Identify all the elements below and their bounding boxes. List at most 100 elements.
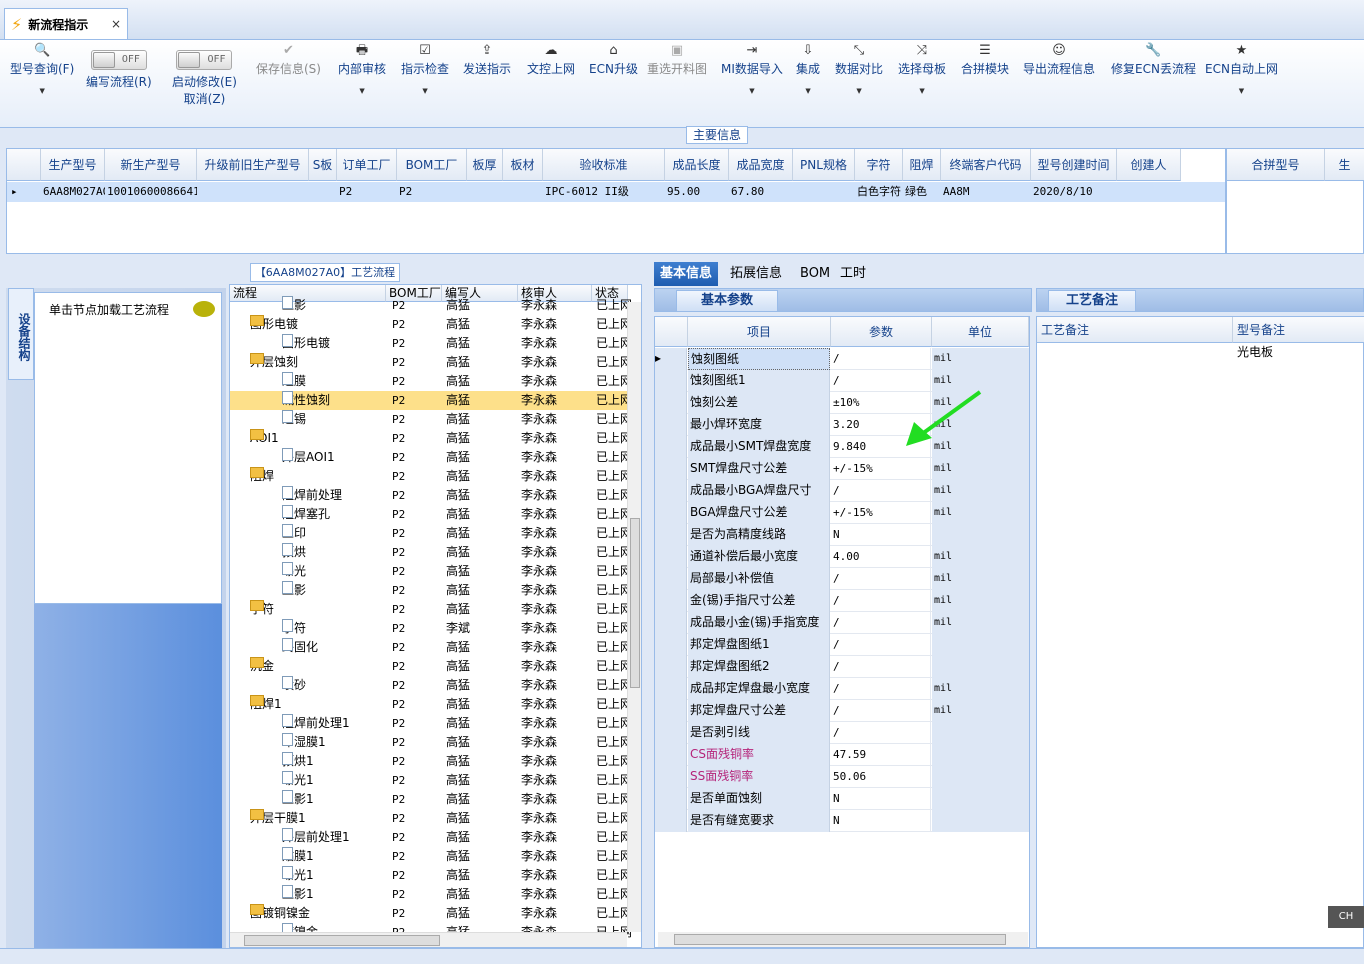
- tree-node-label[interactable]: 外层前处理1: [282, 828, 386, 847]
- param-value[interactable]: /: [831, 634, 931, 656]
- table-cell[interactable]: 95.00: [667, 182, 729, 202]
- data-compare-button[interactable]: ⤡ 数据对比 ▼: [835, 42, 883, 95]
- tree-node-label[interactable]: 贴膜1: [282, 847, 386, 866]
- col-header[interactable]: 成品宽度: [729, 149, 793, 181]
- tree-row[interactable]: 显影 P2 高猛 李永森 已上网: [230, 296, 632, 315]
- ecn-upgrade-button[interactable]: ⌂ ECN升级: [589, 42, 638, 77]
- export-flow-info-button[interactable]: ☺ 导出流程信息: [1023, 42, 1095, 77]
- tree-row[interactable]: 曝光1 P2 高猛 李永森 已上网: [230, 771, 632, 790]
- tree-node-label[interactable]: 丝印: [282, 524, 386, 543]
- col-header[interactable]: 型号创建时间: [1031, 149, 1117, 181]
- table-cell[interactable]: AA8M: [943, 182, 1031, 202]
- param-value[interactable]: 47.59: [831, 744, 931, 766]
- param-row[interactable]: 邦定焊盘图纸2/: [655, 656, 1029, 678]
- tree-node-label[interactable]: −外层干膜1: [250, 809, 386, 828]
- col-header[interactable]: 合拼型号: [1227, 149, 1325, 181]
- tree-node-label[interactable]: 退膜: [282, 372, 386, 391]
- tree-row[interactable]: 字符 P2 李斌 李永森 已上网: [230, 619, 632, 638]
- col-header[interactable]: 生产型号: [41, 149, 105, 181]
- process-note-tab[interactable]: 工艺备注: [1048, 290, 1136, 312]
- param-row[interactable]: ▸ 蚀刻图纸 / mil: [655, 348, 1029, 370]
- table-cell[interactable]: P2: [399, 182, 467, 202]
- tab-0[interactable]: 基本信息: [654, 262, 719, 286]
- tab-1[interactable]: 拓展信息: [724, 262, 788, 286]
- param-row[interactable]: 邦定焊盘尺寸公差 / mil: [655, 700, 1029, 722]
- param-value[interactable]: /: [831, 656, 931, 678]
- tree-node-label[interactable]: 显影: [282, 581, 386, 600]
- param-value[interactable]: 50.06: [831, 766, 931, 788]
- integrate-button[interactable]: ⇩ 集成 ▼: [796, 42, 820, 95]
- doc-control-online-button[interactable]: ☁ 文控上网: [527, 42, 575, 77]
- tree-row[interactable]: −图镀铜镍金P2高猛李永森已上网: [230, 904, 632, 923]
- tree-row[interactable]: 终固化 P2 高猛 李永森 已上网: [230, 638, 632, 657]
- tree-node-label[interactable]: 碱性蚀刻: [282, 391, 386, 410]
- flow-vertical-scrollbar[interactable]: [627, 302, 641, 932]
- tree-node-label[interactable]: 显影: [282, 296, 386, 315]
- col-header[interactable]: 验收标准: [543, 149, 665, 181]
- tree-row[interactable]: −字符P2高猛李永森已上网: [230, 600, 632, 619]
- tree-row[interactable]: 印湿膜1 P2 高猛 李永森 已上网: [230, 733, 632, 752]
- instruction-check-button[interactable]: ☑ 指示检查 ▼: [401, 42, 449, 95]
- param-value[interactable]: N: [831, 788, 931, 810]
- tree-row[interactable]: 预烘1 P2 高猛 李永森 已上网: [230, 752, 632, 771]
- scroll-thumb[interactable]: [244, 935, 440, 946]
- chat-bubble-icon[interactable]: [193, 301, 215, 317]
- col-header[interactable]: 字符: [855, 149, 903, 181]
- table-cell[interactable]: [795, 182, 855, 202]
- col-header[interactable]: 板厚: [467, 149, 503, 181]
- tree-node-label[interactable]: 显影1: [282, 790, 386, 809]
- tree-row[interactable]: 曝光 P2 高猛 李永森 已上网: [230, 562, 632, 581]
- col-header[interactable]: 板材: [503, 149, 543, 181]
- start-edit-toggle[interactable]: OFF 启动修改(E) 取消(Z): [172, 42, 237, 107]
- tree-node-label[interactable]: 喷砂: [282, 676, 386, 695]
- tree-row[interactable]: 阻焊前处理1 P2 高猛 李永森 已上网: [230, 714, 632, 733]
- param-row[interactable]: 成品邦定焊盘最小宽度 / mil: [655, 678, 1029, 700]
- tree-row[interactable]: 曝光1 P2 高猛 李永森 已上网: [230, 866, 632, 885]
- internal-review-button[interactable]: 🖶 内部审核 ▼: [338, 42, 386, 95]
- tree-node-label[interactable]: 阻焊前处理: [282, 486, 386, 505]
- table-cell[interactable]: 6AA8M027A0: [43, 182, 105, 202]
- tree-node-label[interactable]: −沉金: [250, 657, 386, 676]
- tree-node-label[interactable]: 曝光1: [282, 771, 386, 790]
- param-row[interactable]: 成品最小BGA焊盘尺寸 / mil: [655, 480, 1029, 502]
- param-row[interactable]: 是否单面蚀刻 N: [655, 788, 1029, 810]
- tree-row[interactable]: 外层前处理1 P2 高猛 李永森 已上网: [230, 828, 632, 847]
- tree-row[interactable]: 喷砂 P2 高猛 李永森 已上网: [230, 676, 632, 695]
- write-flow-toggle[interactable]: OFF 编写流程(R): [86, 42, 152, 90]
- tree-row[interactable]: −阻焊P2高猛李永森已上网: [230, 467, 632, 486]
- tree-row[interactable]: 预烘 P2 高猛 李永森 已上网: [230, 543, 632, 562]
- col-header[interactable]: 阻焊: [903, 149, 941, 181]
- tree-node-label[interactable]: −字符: [250, 600, 386, 619]
- tree-row[interactable]: −阻焊1P2高猛李永森已上网: [230, 695, 632, 714]
- write-flow-switch[interactable]: OFF: [90, 50, 147, 70]
- param-row[interactable]: SMT焊盘尺寸公差 +/-15% mil: [655, 458, 1029, 480]
- tree-row[interactable]: 退锡 P2 高猛 李永森 已上网: [230, 410, 632, 429]
- scroll-thumb[interactable]: [630, 518, 640, 688]
- tree-row[interactable]: 阻焊前处理 P2 高猛 李永森 已上网: [230, 486, 632, 505]
- side-tab-device-structure[interactable]: 设备结构: [8, 288, 34, 380]
- tree-node-label[interactable]: −AOI1: [250, 429, 386, 448]
- tree-node-label[interactable]: 预烘1: [282, 752, 386, 771]
- tree-node-label[interactable]: 阻焊塞孔: [282, 505, 386, 524]
- tab-new-flow-instruction[interactable]: ⚡ 新流程指示 ×: [4, 8, 128, 39]
- basic-params-tab[interactable]: 基本参数: [676, 290, 778, 312]
- tree-node-label[interactable]: 终固化: [282, 638, 386, 657]
- tree-node-label[interactable]: −阻焊1: [250, 695, 386, 714]
- col-header[interactable]: 参数: [831, 317, 932, 347]
- param-value[interactable]: /: [831, 480, 931, 502]
- col-header[interactable]: 项目: [688, 317, 831, 347]
- tree-row[interactable]: 贴膜1 P2 高猛 李永森 已上网: [230, 847, 632, 866]
- col-header[interactable]: 生: [1325, 149, 1364, 181]
- reselect-cutting-drawing-button[interactable]: ▣ 重选开料图: [647, 42, 707, 77]
- param-value[interactable]: N: [831, 810, 931, 832]
- param-row[interactable]: 是否为高精度线路 N: [655, 524, 1029, 546]
- param-row[interactable]: CS面残铜率 47.59: [655, 744, 1029, 766]
- table-cell[interactable]: [505, 182, 543, 202]
- param-row[interactable]: 局部最小补偿值 / mil: [655, 568, 1029, 590]
- table-cell[interactable]: IPC-6012 II级: [545, 182, 665, 202]
- cancel-label[interactable]: 取消(Z): [184, 92, 226, 106]
- tree-row[interactable]: 图形电镀 P2 高猛 李永森 已上网: [230, 334, 632, 353]
- param-value[interactable]: /: [831, 700, 931, 722]
- param-row[interactable]: 通道补偿后最小宽度 4.00 mil: [655, 546, 1029, 568]
- tab-2[interactable]: BOM: [794, 262, 836, 286]
